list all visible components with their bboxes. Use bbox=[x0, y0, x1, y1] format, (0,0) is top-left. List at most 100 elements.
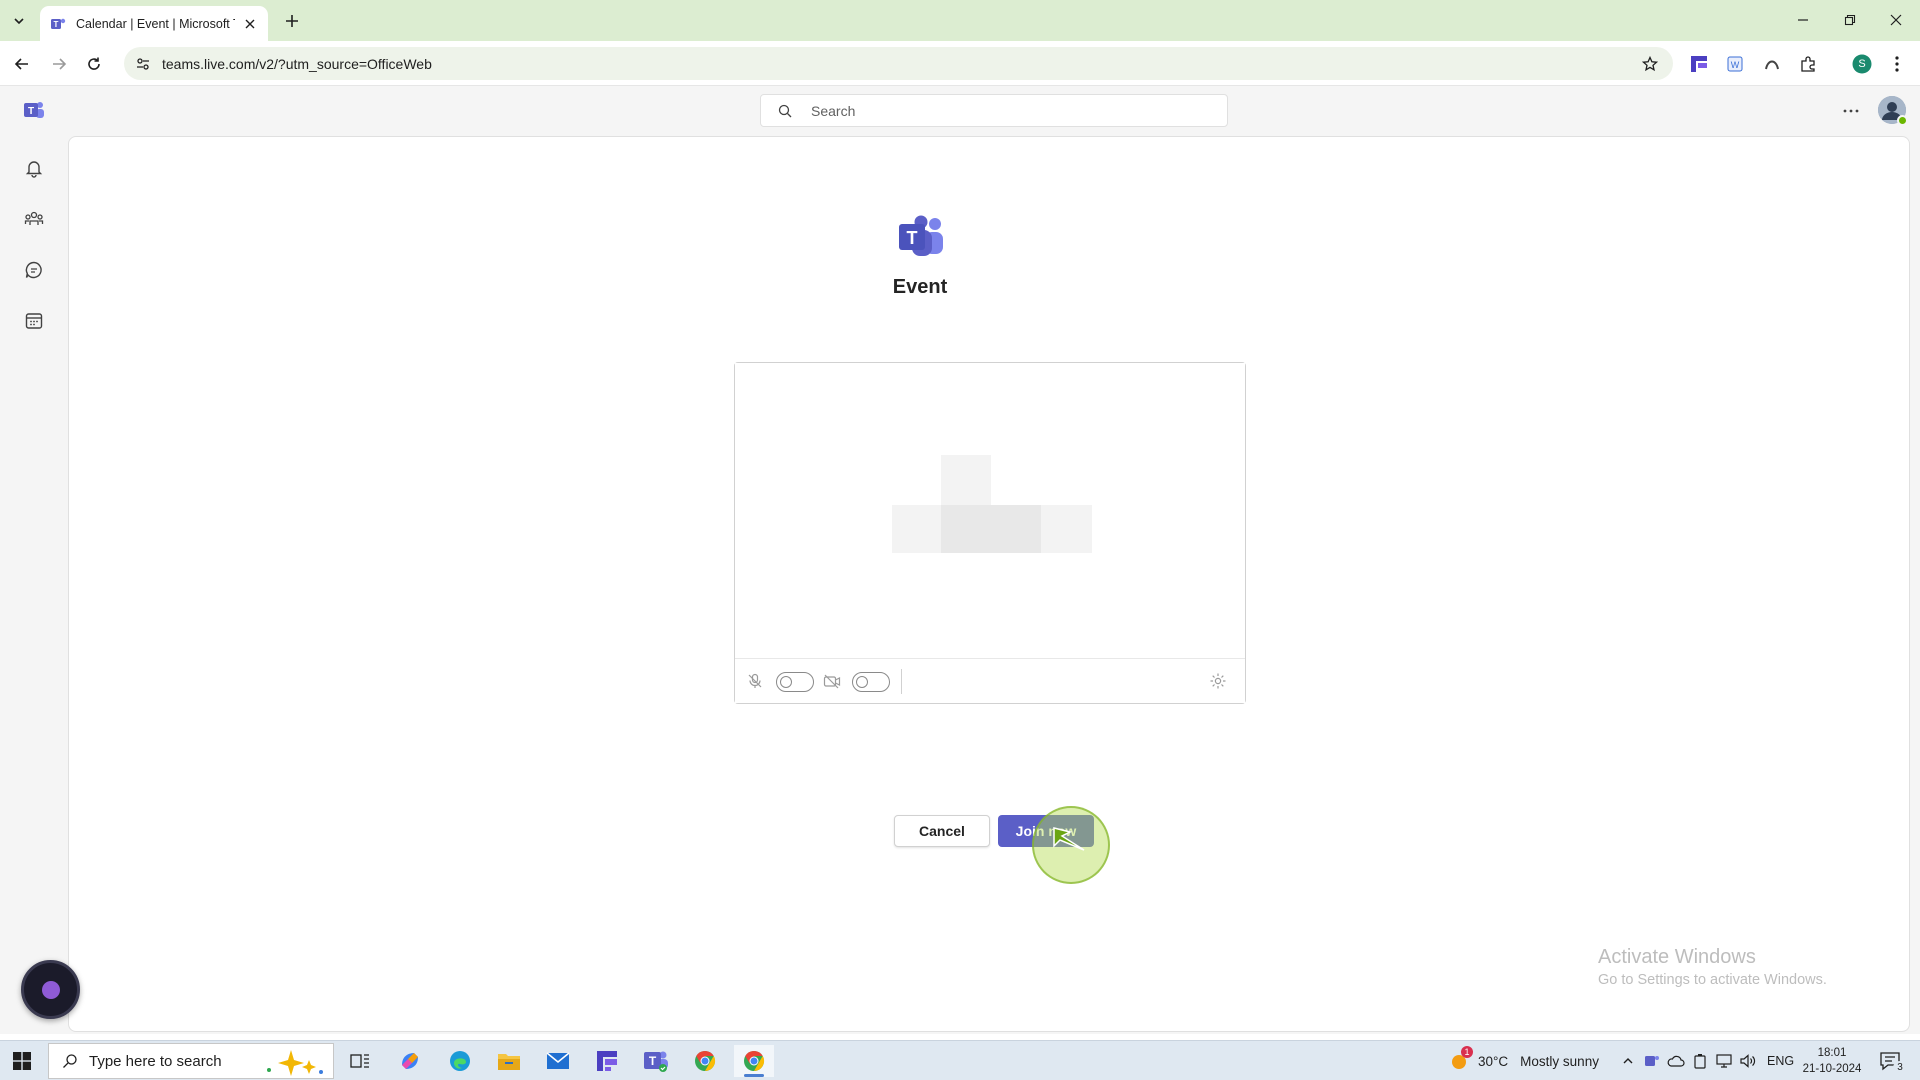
svg-text:T: T bbox=[649, 1054, 657, 1068]
copilot-app-button[interactable] bbox=[390, 1045, 430, 1077]
loading-placeholder bbox=[941, 505, 1041, 553]
teams-logo-icon[interactable]: T bbox=[20, 96, 48, 124]
mail-icon bbox=[546, 1052, 570, 1069]
weather-description: Mostly sunny bbox=[1520, 1053, 1599, 1069]
controls-divider bbox=[901, 669, 902, 694]
reload-icon bbox=[88, 57, 100, 70]
chat-icon[interactable] bbox=[20, 256, 48, 284]
weather-widget[interactable]: 1 30°C Mostly sunny bbox=[1448, 1041, 1599, 1080]
device-preview-card bbox=[734, 362, 1246, 704]
chrome-app-button-active[interactable] bbox=[734, 1045, 774, 1077]
reload-button[interactable] bbox=[81, 51, 107, 77]
chrome-app-button-a[interactable] bbox=[685, 1045, 725, 1077]
planner-app-button[interactable] bbox=[587, 1045, 627, 1077]
onedrive-cloud-icon[interactable] bbox=[1667, 1052, 1685, 1070]
device-settings-gear-icon[interactable] bbox=[1208, 671, 1228, 691]
settings-more-button[interactable] bbox=[1838, 99, 1864, 123]
chrome-icon bbox=[744, 1050, 765, 1072]
teams-icon: T bbox=[644, 1051, 668, 1072]
url-text: teams.live.com/v2/?utm_source=OfficeWeb bbox=[162, 55, 432, 72]
teams-tray-icon[interactable] bbox=[1643, 1052, 1661, 1070]
device-battery-icon[interactable] bbox=[1691, 1052, 1709, 1070]
browser-menu-button[interactable] bbox=[1884, 51, 1910, 77]
svg-text:W: W bbox=[1731, 60, 1740, 70]
forward-arrow-icon bbox=[53, 58, 67, 70]
watermark-subtitle: Go to Settings to activate Windows. bbox=[1598, 972, 1827, 988]
back-arrow-icon bbox=[14, 58, 28, 70]
toggle-knob bbox=[780, 676, 792, 688]
site-info-icon[interactable] bbox=[130, 51, 156, 77]
new-tab-button[interactable] bbox=[281, 10, 303, 32]
task-view-icon bbox=[350, 1054, 369, 1068]
close-icon bbox=[1890, 14, 1902, 26]
mail-app-button[interactable] bbox=[538, 1045, 578, 1077]
system-clock[interactable]: 18:01 21-10-2024 bbox=[1796, 1045, 1868, 1077]
cursor-arrow-icon bbox=[1053, 827, 1085, 851]
show-hidden-icons-chevron-up-icon[interactable] bbox=[1619, 1052, 1637, 1070]
windows-logo-icon bbox=[13, 1052, 31, 1070]
extension-word-icon[interactable]: W bbox=[1722, 51, 1748, 77]
extension-arc-icon[interactable] bbox=[1759, 51, 1785, 77]
close-window-button[interactable] bbox=[1883, 8, 1909, 32]
svg-text:T: T bbox=[28, 106, 34, 117]
extension-planner-icon[interactable] bbox=[1686, 51, 1712, 77]
presence-available-icon bbox=[1897, 115, 1908, 126]
edge-app-button[interactable] bbox=[440, 1045, 480, 1077]
calendar-icon[interactable] bbox=[20, 307, 48, 335]
clock-time: 18:01 bbox=[1817, 1047, 1847, 1059]
notification-count-badge: 3 bbox=[1893, 1061, 1907, 1075]
svg-text:T: T bbox=[907, 228, 918, 248]
tab-title: Calendar | Event | Microsoft Teams bbox=[76, 16, 235, 31]
chrome-icon bbox=[695, 1050, 716, 1072]
floating-assistant-button[interactable] bbox=[21, 960, 80, 1019]
edge-icon bbox=[450, 1051, 470, 1071]
forward-button[interactable] bbox=[46, 51, 72, 77]
search-icon bbox=[61, 1052, 79, 1070]
weather-temperature: 30°C bbox=[1478, 1053, 1509, 1069]
profile-avatar-button[interactable]: S bbox=[1849, 51, 1875, 77]
watermark-title: Activate Windows bbox=[1598, 946, 1756, 968]
extensions-puzzle-icon[interactable] bbox=[1795, 51, 1821, 77]
network-icon[interactable] bbox=[1715, 1052, 1733, 1070]
search-placeholder: Search bbox=[811, 102, 856, 119]
file-explorer-button[interactable] bbox=[489, 1045, 529, 1077]
folder-icon bbox=[498, 1054, 520, 1070]
communities-people-icon[interactable] bbox=[20, 205, 48, 233]
back-button[interactable] bbox=[9, 51, 35, 77]
volume-speaker-icon[interactable] bbox=[1739, 1052, 1757, 1070]
tab-search-button[interactable] bbox=[8, 10, 30, 32]
activity-bell-icon[interactable] bbox=[20, 154, 48, 182]
restore-icon bbox=[1844, 14, 1856, 26]
user-avatar[interactable] bbox=[1878, 96, 1908, 126]
teams-app-button[interactable]: T bbox=[636, 1045, 676, 1077]
bookmark-star-icon[interactable] bbox=[1639, 53, 1661, 75]
browser-toolbar: teams.live.com/v2/?utm_source=OfficeWeb … bbox=[0, 41, 1920, 86]
clock-date: 21-10-2024 bbox=[1802, 1063, 1862, 1075]
address-bar[interactable]: teams.live.com/v2/?utm_source=OfficeWeb bbox=[124, 47, 1673, 80]
activate-windows-watermark: Activate Windows Go to Settings to activ… bbox=[1598, 946, 1827, 988]
event-title: Event bbox=[892, 276, 948, 298]
kebab-menu-icon bbox=[1895, 56, 1899, 72]
teams-event-logo-icon: T bbox=[899, 215, 943, 256]
mic-off-icon bbox=[745, 671, 765, 691]
planner-icon bbox=[597, 1051, 617, 1071]
minimize-button[interactable] bbox=[1790, 8, 1816, 32]
cancel-button[interactable]: Cancel bbox=[894, 815, 990, 847]
camera-off-icon bbox=[822, 671, 842, 691]
task-view-button[interactable] bbox=[340, 1045, 380, 1077]
input-language[interactable]: ENG bbox=[1767, 1041, 1794, 1080]
profile-initial: S bbox=[1858, 58, 1866, 70]
start-button[interactable] bbox=[10, 1050, 34, 1072]
teams-search-box[interactable]: Search bbox=[760, 94, 1228, 127]
mic-toggle[interactable] bbox=[776, 672, 814, 692]
app-rail: T bbox=[0, 86, 68, 1034]
restore-button[interactable] bbox=[1837, 8, 1863, 32]
svg-text:T: T bbox=[54, 20, 59, 29]
camera-toggle[interactable] bbox=[852, 672, 890, 692]
browser-tab-strip: T Calendar | Event | Microsoft Teams bbox=[0, 0, 1920, 41]
tab-close-icon[interactable] bbox=[243, 16, 258, 32]
browser-tab-active[interactable]: T Calendar | Event | Microsoft Teams bbox=[40, 6, 268, 41]
language-label: ENG bbox=[1767, 1054, 1795, 1068]
taskbar-search-box[interactable]: Type here to search bbox=[48, 1043, 334, 1079]
device-controls-bar bbox=[735, 658, 1245, 703]
